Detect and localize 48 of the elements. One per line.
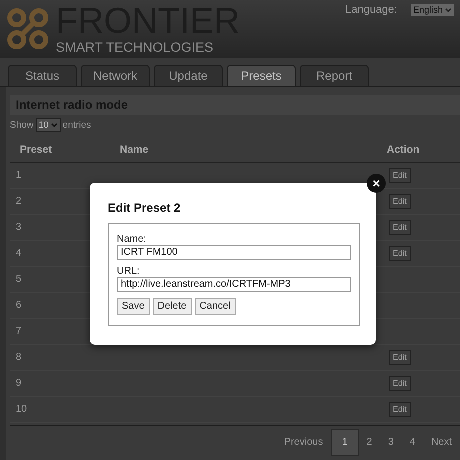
brand-tagline: SMART TECHNOLOGIES (56, 41, 215, 55)
edit-button[interactable]: Edit (389, 168, 411, 183)
tab[interactable]: Network (81, 65, 150, 86)
language-select[interactable]: English (411, 4, 454, 16)
edit-button[interactable]: Edit (389, 220, 411, 235)
page-link[interactable]: Previous (276, 431, 332, 454)
dialog-button[interactable]: Cancel (194, 298, 236, 315)
logo-rings-icon (6, 7, 50, 51)
column-header: Name (120, 144, 150, 156)
entries-select[interactable]: 10 (36, 118, 61, 132)
table-cell-text: 9 (15, 378, 23, 389)
edit-button[interactable]: Edit (389, 376, 411, 391)
table-cell-text: 2 (15, 196, 23, 207)
language-label: Language: (345, 4, 398, 16)
edit-button[interactable]: Edit (389, 402, 411, 417)
entries-label: entries (62, 120, 92, 130)
table-cell-text: 4 (15, 248, 23, 259)
edit-button[interactable]: Edit (389, 194, 411, 209)
column-header: Preset (19, 144, 54, 156)
edit-button[interactable]: Edit (389, 246, 411, 261)
page-link[interactable]: 1 (331, 429, 359, 456)
field-label: URL: (117, 266, 141, 277)
dialog-title: Edit Preset 2 (108, 201, 182, 215)
page-link[interactable]: 3 (380, 431, 402, 454)
edit-button[interactable]: Edit (389, 350, 411, 365)
tab[interactable]: Report (300, 65, 369, 86)
input-field[interactable]: http://live.leanstream.co/ICRTFM-MP3 (117, 277, 351, 292)
column-header: Action (386, 144, 421, 156)
page-link[interactable]: Next (423, 431, 460, 454)
table-cell-text: 3 (15, 222, 23, 233)
tab[interactable]: Update (154, 65, 223, 86)
page-link[interactable]: 2 (358, 431, 380, 454)
chevron-down-icon (50, 122, 58, 128)
table-cell-text: 5 (15, 274, 23, 285)
tab[interactable]: Presets (227, 65, 296, 86)
table-cell-text: 1 (15, 170, 23, 181)
table-cell-text: 6 (15, 300, 23, 311)
dialog-button[interactable]: Save (117, 298, 150, 315)
input-field[interactable]: ICRT FM100 (117, 245, 351, 260)
table-cell-text: 8 (15, 352, 23, 363)
page-link[interactable]: 4 (402, 431, 424, 454)
dialog-button[interactable]: Delete (152, 298, 192, 315)
table-cell-text: 7 (15, 326, 23, 337)
field-label: Name: (117, 234, 148, 245)
chevron-down-icon (445, 8, 452, 12)
tab[interactable]: Status (8, 65, 77, 86)
table-cell-text: 10 (15, 404, 28, 415)
show-label: Show (10, 120, 34, 130)
